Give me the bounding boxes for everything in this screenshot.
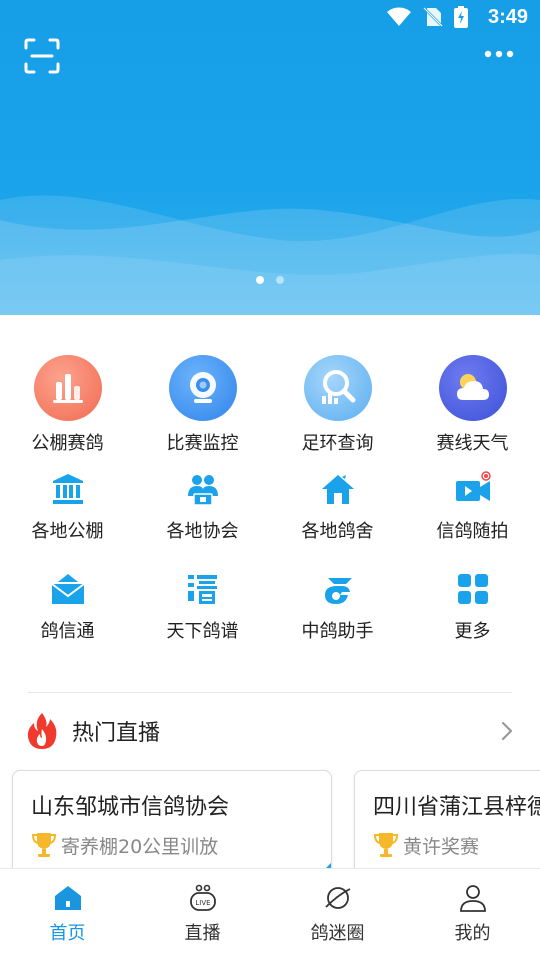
grid-item-label: 足环查询	[301, 433, 374, 454]
webcam-icon	[168, 355, 237, 421]
trophy-icon	[31, 833, 57, 857]
building-icon	[34, 469, 102, 509]
grid-row: 鸽信通 天下鸽谱 中鸽助手 更多	[0, 555, 540, 655]
bar-chart-icon	[33, 355, 102, 421]
home-icon	[54, 886, 81, 910]
carousel-indicator	[0, 276, 540, 284]
grid-item-label: 更多	[454, 621, 491, 642]
scan-icon[interactable]	[24, 38, 60, 74]
planet-icon	[324, 887, 350, 909]
grid-item-zhongge-zhushou[interactable]: 中鸽助手	[270, 555, 405, 655]
grid-item-label: 中鸽助手	[301, 621, 374, 642]
cloud-sun-icon	[438, 355, 507, 421]
tab-mine[interactable]: 我的	[405, 869, 540, 960]
grid-item-label: 公棚赛鸽	[31, 433, 104, 454]
pedigree-icon	[169, 569, 237, 609]
house-icon	[304, 469, 372, 509]
grid-item-saixian-tianqi[interactable]: 赛线天气	[405, 355, 540, 455]
grid-item-label: 鸽信通	[40, 621, 95, 642]
tab-label: 首页	[49, 923, 86, 944]
section-divider	[28, 692, 512, 693]
grid-item-zuhuan-chaxun[interactable]: 足环查询	[270, 355, 405, 455]
grid-item-label: 各地鸽舍	[301, 521, 374, 542]
tab-home[interactable]: 首页	[0, 869, 135, 960]
no-sim-icon	[423, 7, 443, 27]
wifi-icon	[387, 7, 411, 26]
tab-live[interactable]: LIVE 直播	[135, 869, 270, 960]
grid-row: 公棚赛鸽 比赛监控 足环查询 赛线天气	[0, 355, 540, 455]
carousel-dot[interactable]	[276, 276, 284, 284]
grid-item-gedi-geshe[interactable]: 各地鸽舍	[270, 455, 405, 555]
user-icon	[459, 885, 486, 912]
chevron-right-icon[interactable]	[500, 720, 514, 742]
live-card-title: 山东邹城市信鸽协会	[31, 795, 230, 820]
live-card-subtitle: 寄养棚20公里训放	[61, 835, 219, 858]
hot-live-header[interactable]: 热门直播	[0, 704, 540, 758]
tab-label: 我的	[454, 923, 491, 944]
svg-text:LIVE: LIVE	[195, 899, 210, 907]
grid-item-label: 信鸽随拍	[436, 521, 509, 542]
grid-item-label: 比赛监控	[166, 433, 239, 454]
tab-label: 直播	[184, 923, 221, 944]
grid-item-tianxia-gepu[interactable]: 天下鸽谱	[135, 555, 270, 655]
grid-item-gexintong[interactable]: 鸽信通	[0, 555, 135, 655]
association-icon	[169, 469, 237, 509]
grid-item-bisai-jiankong[interactable]: 比赛监控	[135, 355, 270, 455]
carousel-dot[interactable]	[256, 276, 264, 284]
envelope-icon	[34, 569, 102, 609]
grid-item-more[interactable]: 更多	[405, 555, 540, 655]
live-card-subtitle: 黄许奖赛	[403, 835, 480, 858]
tab-label: 鸽迷圈	[310, 923, 365, 944]
grid-item-label: 赛线天气	[436, 433, 509, 454]
trophy-icon	[373, 833, 399, 857]
status-bar: 3:49	[0, 0, 540, 36]
live-card-title: 四川省蒲江县梓德	[373, 795, 540, 820]
grid-more-icon	[439, 569, 507, 609]
status-time: 3:49	[487, 6, 528, 28]
more-dots-icon[interactable]	[484, 44, 514, 64]
banner-waves	[0, 195, 540, 315]
grid-item-label: 各地协会	[166, 521, 239, 542]
grid-item-xinge-suipai[interactable]: 信鸽随拍	[405, 455, 540, 555]
grid-row: 各地公棚 各地协会 各地鸽舍 信鸽随拍	[0, 455, 540, 555]
live-card-subtitle-row: 黄许奖赛	[373, 831, 540, 859]
live-card-subtitle-row: 寄养棚20公里训放	[31, 831, 331, 859]
video-camera-icon	[439, 469, 507, 509]
grid-item-gedi-xiehui[interactable]: 各地协会	[135, 455, 270, 555]
grid-item-label: 天下鸽谱	[166, 621, 239, 642]
magnifier-chart-icon	[303, 355, 372, 421]
banner-carousel[interactable]: 3:49	[0, 0, 540, 315]
tab-community[interactable]: 鸽迷圈	[270, 869, 405, 960]
hot-live-title: 热门直播	[72, 721, 161, 746]
grid-item-label: 各地公棚	[31, 521, 104, 542]
feature-grid: 公棚赛鸽 比赛监控 足环查询 赛线天气 各地公棚 各地协会 各地鸽舍 信鸽随拍 …	[0, 315, 540, 655]
bottom-tab-bar: 首页 LIVE 直播 鸽迷圈 我的	[0, 868, 540, 960]
fire-icon	[27, 713, 57, 749]
app-screen: 3:49 公棚赛鸽 比赛监控 足环查询 赛线天气 各地公棚 各地协会 各地鸽舍 …	[0, 0, 540, 960]
live-icon: LIVE	[189, 884, 216, 911]
assistant-logo-icon	[304, 569, 372, 609]
battery-icon	[454, 6, 468, 28]
grid-item-gongpeng-saige[interactable]: 公棚赛鸽	[0, 355, 135, 455]
grid-item-gedi-gongpeng[interactable]: 各地公棚	[0, 455, 135, 555]
